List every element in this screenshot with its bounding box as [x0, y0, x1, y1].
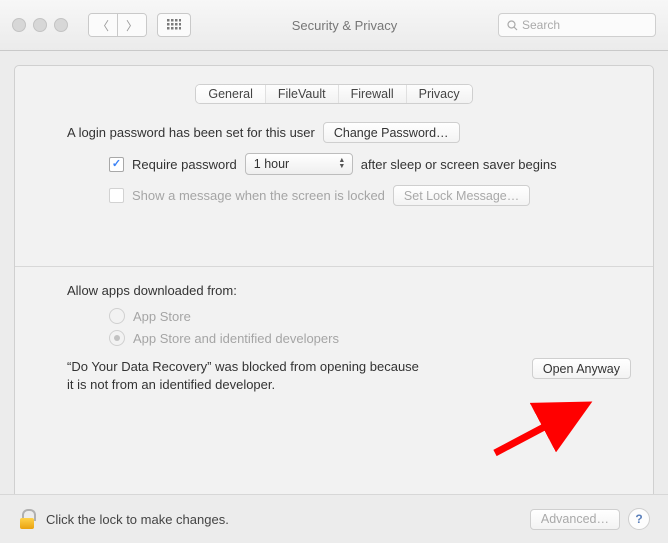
radio-appstore: [109, 308, 125, 324]
footer-bar: Click the lock to make changes. Advanced…: [0, 494, 668, 543]
tab-firewall[interactable]: Firewall: [338, 85, 406, 103]
minimize-window-dot[interactable]: [33, 18, 47, 32]
updown-caret-icon: ▲▼: [336, 154, 348, 174]
open-anyway-button[interactable]: Open Anyway: [532, 358, 631, 379]
blocked-app-row: “Do Your Data Recovery” was blocked from…: [67, 358, 631, 393]
show-all-button[interactable]: [157, 13, 191, 37]
traffic-lights: [12, 18, 68, 32]
blocked-app-text: “Do Your Data Recovery” was blocked from…: [67, 358, 427, 393]
login-password-row: A login password has been set for this u…: [67, 122, 631, 143]
zoom-window-dot[interactable]: [54, 18, 68, 32]
login-password-label: A login password has been set for this u…: [67, 125, 315, 140]
tab-label: General: [208, 87, 252, 101]
chevron-right-icon: 〉: [126, 17, 138, 34]
require-password-delay-value: 1 hour: [254, 157, 289, 171]
require-password-label-pre: Require password: [132, 157, 237, 172]
section-divider: [15, 266, 653, 267]
search-input[interactable]: Search: [498, 13, 656, 37]
radio-appstore-label: App Store: [133, 309, 191, 324]
preferences-pane: General FileVault Firewall Privacy A log…: [14, 65, 654, 505]
tab-privacy[interactable]: Privacy: [406, 85, 472, 103]
set-lock-message-button: Set Lock Message…: [393, 185, 530, 206]
window-title: Security & Privacy: [201, 18, 488, 33]
tab-label: Privacy: [419, 87, 460, 101]
require-password-checkbox[interactable]: [109, 157, 124, 172]
chevron-left-icon: 〈: [97, 17, 109, 34]
tab-label: Firewall: [351, 87, 394, 101]
grid-icon: [167, 19, 181, 31]
require-password-row: Require password 1 hour ▲▼ after sleep o…: [109, 153, 631, 175]
lock-hint-text: Click the lock to make changes.: [46, 512, 229, 527]
annotation-arrow: [485, 398, 595, 458]
show-message-checkbox[interactable]: [109, 188, 124, 203]
show-message-label: Show a message when the screen is locked: [132, 188, 385, 203]
gatekeeper-option-appstore: App Store: [109, 308, 631, 324]
lock-icon[interactable]: [18, 509, 36, 529]
nav-back-forward: 〈 〉: [88, 13, 147, 37]
tab-general[interactable]: General: [196, 85, 264, 103]
help-button[interactable]: ?: [628, 508, 650, 530]
change-password-button[interactable]: Change Password…: [323, 122, 460, 143]
window-toolbar: 〈 〉 Security & Privacy Search: [0, 0, 668, 51]
search-icon: [507, 20, 518, 31]
search-placeholder: Search: [522, 18, 560, 32]
close-window-dot[interactable]: [12, 18, 26, 32]
advanced-button[interactable]: Advanced…: [530, 509, 620, 530]
back-button[interactable]: 〈: [89, 14, 117, 36]
show-message-row: Show a message when the screen is locked…: [109, 185, 631, 206]
require-password-delay-select[interactable]: 1 hour ▲▼: [245, 153, 353, 175]
gatekeeper-option-identified: App Store and identified developers: [109, 330, 631, 346]
tab-label: FileVault: [278, 87, 326, 101]
radio-identified-label: App Store and identified developers: [133, 331, 339, 346]
forward-button[interactable]: 〉: [117, 14, 146, 36]
tab-bar: General FileVault Firewall Privacy: [37, 84, 631, 104]
gatekeeper-section-label: Allow apps downloaded from:: [67, 283, 631, 298]
require-password-label-post: after sleep or screen saver begins: [361, 157, 557, 172]
tab-filevault[interactable]: FileVault: [265, 85, 338, 103]
radio-identified: [109, 330, 125, 346]
